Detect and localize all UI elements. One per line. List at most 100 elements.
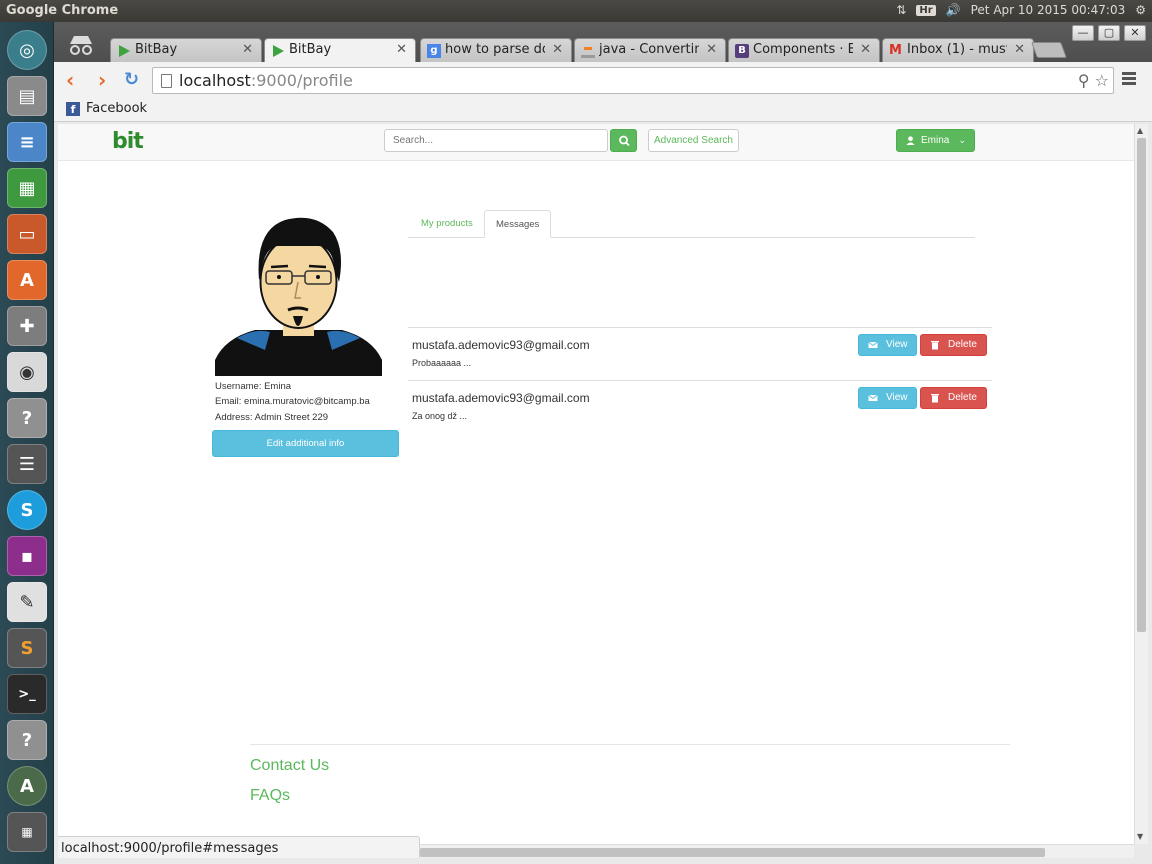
message-sender: mustafa.ademovic93@gmail.com bbox=[412, 338, 590, 352]
skype-icon[interactable]: S bbox=[7, 490, 47, 530]
advanced-search-button[interactable]: Advanced Search bbox=[648, 129, 739, 152]
page-icon bbox=[161, 74, 172, 88]
chrome-window: BitBay ✕ BitBay ✕ g how to parse do ✕ ja… bbox=[54, 22, 1152, 864]
active-app-title: Google Chrome bbox=[6, 3, 119, 18]
vertical-scrollbar[interactable]: ▲ ▼ bbox=[1134, 124, 1148, 844]
bookmark-facebook[interactable]: f Facebook bbox=[66, 101, 147, 116]
text-editor-icon[interactable]: ✎ bbox=[7, 582, 47, 622]
dash-icon[interactable]: ◎ bbox=[7, 30, 47, 70]
terminal-icon[interactable]: >_ bbox=[7, 674, 47, 714]
app-icon[interactable]: ▪ bbox=[7, 536, 47, 576]
unknown-app-icon[interactable]: ? bbox=[7, 720, 47, 760]
tab-title: Components · Bo bbox=[753, 42, 853, 57]
volume-icon[interactable]: 🔊 bbox=[946, 3, 961, 17]
search-icon bbox=[619, 135, 630, 147]
reload-button[interactable]: ↻ bbox=[124, 70, 139, 90]
new-tab-button[interactable] bbox=[1031, 42, 1067, 58]
disks-icon[interactable]: ☰ bbox=[7, 444, 47, 484]
scrollbar-thumb[interactable] bbox=[1137, 138, 1146, 632]
contact-us-link[interactable]: Contact Us bbox=[250, 757, 329, 775]
software-center-icon[interactable]: A bbox=[7, 260, 47, 300]
system-top-panel: Google Chrome ⇅ Hr 🔊 Pet Apr 10 2015 00:… bbox=[0, 0, 1152, 22]
workspace-icon[interactable]: ▦ bbox=[7, 812, 47, 852]
close-window-button[interactable]: ✕ bbox=[1124, 25, 1146, 41]
url-host: localhost bbox=[179, 71, 251, 90]
bookmarks-bar: f Facebook bbox=[54, 98, 1152, 122]
bootstrap-icon: B bbox=[735, 44, 749, 58]
calc-icon[interactable]: ▦ bbox=[7, 168, 47, 208]
tab-gmail[interactable]: M Inbox (1) - musta ✕ bbox=[882, 38, 1034, 62]
message-row: mustafa.ademovic93@gmail.com Za onog dž … bbox=[408, 380, 992, 433]
keyboard-icon[interactable]: Hr bbox=[916, 4, 936, 16]
files-icon[interactable]: ▤ bbox=[7, 76, 47, 116]
message-row: mustafa.ademovic93@gmail.com Probaaaaaa … bbox=[408, 327, 992, 380]
tab-bitbay-1[interactable]: BitBay ✕ bbox=[110, 38, 262, 62]
delete-message-button[interactable]: Delete bbox=[920, 334, 987, 356]
scrollbar-thumb[interactable] bbox=[420, 848, 1045, 857]
message-preview: Probaaaaaa ... bbox=[412, 358, 472, 368]
star-icon[interactable]: ☆ bbox=[1095, 71, 1109, 90]
gmail-icon: M bbox=[889, 43, 902, 58]
sublime-icon[interactable]: S bbox=[7, 628, 47, 668]
tab-bootstrap[interactable]: B Components · Bo ✕ bbox=[728, 38, 880, 62]
tab-title: how to parse do bbox=[445, 42, 545, 57]
tab-google[interactable]: g how to parse do ✕ bbox=[420, 38, 572, 62]
close-icon[interactable]: ✕ bbox=[860, 42, 871, 57]
updater-icon[interactable]: A bbox=[7, 766, 47, 806]
envelope-icon bbox=[868, 394, 878, 401]
tab-bitbay-2[interactable]: BitBay ✕ bbox=[264, 38, 416, 63]
unknown-app-icon[interactable]: ? bbox=[7, 398, 47, 438]
tab-title: Inbox (1) - musta bbox=[907, 42, 1007, 57]
tab-title: java - Converting bbox=[599, 42, 699, 57]
close-icon[interactable]: ✕ bbox=[1014, 42, 1025, 57]
view-message-button[interactable]: View bbox=[858, 387, 917, 409]
caret-down-icon: ⌄ bbox=[958, 135, 966, 145]
message-preview: Za onog dž ... bbox=[412, 411, 468, 421]
tab-my-products[interactable]: My products bbox=[410, 210, 484, 238]
view-message-button[interactable]: View bbox=[858, 334, 917, 356]
tab-title: BitBay bbox=[289, 42, 332, 57]
tab-messages[interactable]: Messages bbox=[484, 210, 552, 238]
edit-additional-info-button[interactable]: Edit additional info bbox=[212, 430, 399, 457]
user-name: Emina bbox=[921, 135, 950, 146]
clock[interactable]: Pet Apr 10 2015 00:47:03 bbox=[971, 3, 1126, 17]
stackoverflow-icon bbox=[581, 44, 595, 58]
address-bar[interactable]: localhost:9000/profile ⚲ ☆ bbox=[152, 67, 1114, 94]
settings-icon[interactable]: ✚ bbox=[7, 306, 47, 346]
user-menu-button[interactable]: Emina ⌄ bbox=[896, 129, 975, 152]
trash-icon bbox=[931, 394, 939, 403]
tab-title: BitBay bbox=[135, 42, 178, 57]
browser-toolbar: ‹ › ↻ localhost:9000/profile ⚲ ☆ bbox=[54, 62, 1152, 98]
forward-button[interactable]: › bbox=[98, 70, 106, 90]
close-icon[interactable]: ✕ bbox=[396, 42, 407, 57]
close-icon[interactable]: ✕ bbox=[706, 42, 717, 57]
page-viewport: bit Advanced Search Emina ⌄ bbox=[58, 124, 1134, 844]
maximize-button[interactable]: ▢ bbox=[1098, 25, 1120, 41]
faqs-link[interactable]: FAQs bbox=[250, 787, 290, 805]
footer-divider bbox=[250, 744, 1010, 745]
scroll-down-icon[interactable]: ▼ bbox=[1137, 832, 1143, 841]
delete-message-button[interactable]: Delete bbox=[920, 387, 987, 409]
close-icon[interactable]: ✕ bbox=[552, 42, 563, 57]
site-logo[interactable]: bit bbox=[112, 129, 144, 154]
incognito-icon bbox=[70, 36, 92, 55]
close-icon[interactable]: ✕ bbox=[242, 42, 253, 57]
omnibox-actions: ⚲ ☆ bbox=[1078, 71, 1109, 90]
zoom-icon[interactable]: ⚲ bbox=[1078, 71, 1090, 90]
minimize-button[interactable]: — bbox=[1072, 25, 1094, 41]
chrome-icon[interactable]: ◉ bbox=[7, 352, 47, 392]
tab-stackoverflow[interactable]: java - Converting ✕ bbox=[574, 38, 726, 62]
impress-icon[interactable]: ▭ bbox=[7, 214, 47, 254]
network-icon[interactable]: ⇅ bbox=[896, 3, 906, 17]
search-button[interactable] bbox=[610, 129, 637, 152]
writer-icon[interactable]: ≡ bbox=[7, 122, 47, 162]
gear-icon[interactable]: ⚙ bbox=[1135, 3, 1146, 17]
search-input[interactable] bbox=[384, 129, 608, 152]
chrome-menu-icon[interactable] bbox=[1122, 72, 1136, 86]
scroll-up-icon[interactable]: ▲ bbox=[1137, 126, 1143, 135]
back-button[interactable]: ‹ bbox=[66, 70, 74, 90]
tab-strip: BitBay ✕ BitBay ✕ g how to parse do ✕ ja… bbox=[54, 22, 1152, 63]
profile-address: Address: Admin Street 229 bbox=[215, 412, 329, 423]
profile-username: Username: Emina bbox=[215, 381, 292, 392]
user-icon bbox=[906, 136, 915, 145]
